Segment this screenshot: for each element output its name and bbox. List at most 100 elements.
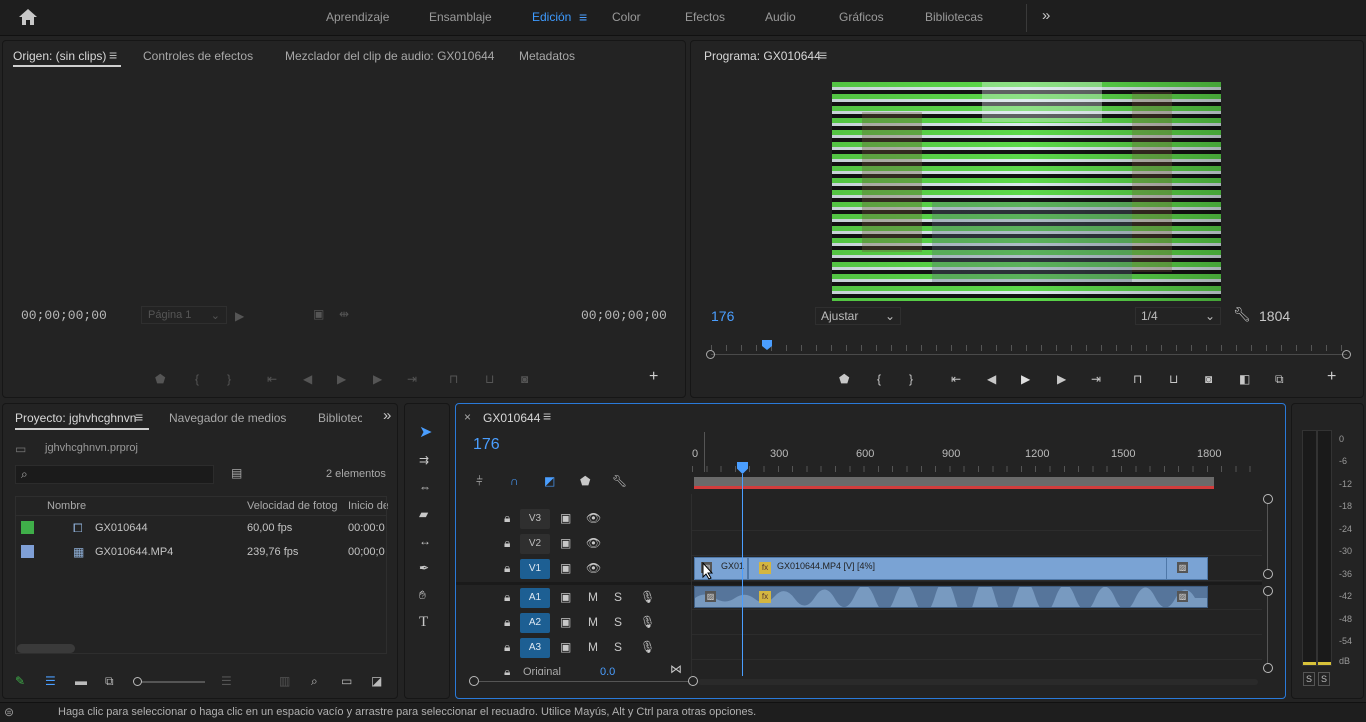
lock-icon[interactable]: 🔒︎ <box>504 561 510 575</box>
microphone-icon[interactable]: 🎙︎ <box>640 615 655 629</box>
lift-icon[interactable]: ⊓ <box>1133 372 1142 386</box>
mark-out-icon[interactable]: } <box>909 372 913 386</box>
wrench-icon[interactable]: 🔧︎ <box>1233 307 1251 321</box>
snap-icon[interactable]: ∩ <box>510 474 519 488</box>
solo-icon[interactable]: S <box>614 590 622 604</box>
panel-menu-icon[interactable]: ≡ <box>109 48 117 62</box>
timeline-playhead-position[interactable]: 176 <box>473 436 500 454</box>
icon-view-icon[interactable]: ▬ <box>75 674 87 688</box>
microphone-icon[interactable]: 🎙︎ <box>640 590 655 604</box>
page-select[interactable]: Página 1 ⌄ <box>141 306 227 324</box>
tab-source[interactable]: Origen: (sin clips) <box>13 49 106 63</box>
program-playhead-position[interactable]: 176 <box>711 308 734 324</box>
lock-icon[interactable]: 🔒︎ <box>504 640 510 654</box>
project-scrollbar[interactable] <box>17 644 75 653</box>
tab-audio-clip-mixer[interactable]: Mezclador del clip de audio: GX010644 <box>285 49 494 63</box>
go-to-out-icon[interactable]: ⇥ <box>1091 372 1101 386</box>
sync-lock-icon[interactable]: ▣ <box>560 615 571 629</box>
marker-icon[interactable]: ⬟ <box>839 372 849 386</box>
workspace-graficos[interactable]: Gráficos <box>839 10 884 24</box>
tab-libraries[interactable]: Bibliotec <box>318 411 362 425</box>
play-icon[interactable]: ▶ <box>235 309 244 323</box>
extract-icon[interactable]: ⊔ <box>1169 372 1178 386</box>
go-to-end-icon[interactable]: ⋈ <box>670 662 682 675</box>
more-panels-icon[interactable]: » <box>383 408 391 423</box>
overwrite-icon[interactable]: ⊔ <box>485 372 494 386</box>
comparison-view-icon[interactable]: ◧ <box>1239 372 1250 386</box>
workspace-edicion[interactable]: Edición <box>532 10 571 24</box>
program-scrubber[interactable] <box>706 340 1351 361</box>
sync-lock-icon[interactable]: ▣ <box>560 640 571 654</box>
pen-tool-icon[interactable]: ✒ <box>419 561 429 575</box>
v-scroll-handle-bottom[interactable] <box>1263 663 1273 673</box>
project-search-input[interactable]: ⌕ <box>15 465 214 484</box>
workspace-bibliotecas[interactable]: Bibliotecas <box>925 10 983 24</box>
solo-icon[interactable]: S <box>614 640 622 654</box>
add-marker-icon[interactable]: ⬟ <box>580 474 590 488</box>
quality-select[interactable]: 1/4 ⌄ <box>1135 307 1221 325</box>
zoom-slider[interactable] <box>133 677 205 686</box>
go-to-in-icon[interactable]: ⇤ <box>267 372 277 386</box>
mute-icon[interactable]: M <box>588 615 598 629</box>
v-scroll-handle-audio-top[interactable] <box>1263 586 1273 596</box>
marker-icon[interactable]: ⬟ <box>155 372 165 386</box>
workspace-menu-icon[interactable]: ≡ <box>579 10 587 24</box>
add-button-icon[interactable]: + <box>1327 369 1336 385</box>
tab-sequence[interactable]: GX010644 <box>483 411 540 425</box>
insert-icon[interactable]: ⊓ <box>449 372 458 386</box>
find-bin-icon[interactable]: ▤ <box>231 466 242 480</box>
workspace-efectos[interactable]: Efectos <box>685 10 725 24</box>
step-forward-icon[interactable]: ▶ <box>1057 372 1066 386</box>
close-icon[interactable]: × <box>464 410 471 424</box>
audio-clip[interactable]: ▨ fx ▨ <box>694 586 1208 608</box>
scrubber-end-handle[interactable] <box>1342 350 1351 359</box>
list-view-icon[interactable]: ☰ <box>45 674 56 688</box>
h-scroll-handle-left[interactable] <box>469 676 479 686</box>
transform-icon[interactable]: ⇹ <box>339 307 349 321</box>
lock-icon[interactable]: 🔒︎ <box>504 590 510 604</box>
sync-lock-icon[interactable]: ▣ <box>560 561 571 575</box>
freeform-view-icon[interactable]: ⧉ <box>105 674 114 688</box>
microphone-icon[interactable]: 🎙︎ <box>640 640 655 654</box>
razor-tool-icon[interactable]: ▰ <box>419 507 428 521</box>
h-scroll-handle-right[interactable] <box>688 676 698 686</box>
workspace-ensamblaje[interactable]: Ensamblaje <box>429 10 492 24</box>
timeline-settings-icon[interactable]: 🔧︎ <box>612 474 627 488</box>
export-frame-icon[interactable]: ◙ <box>521 372 528 386</box>
mute-icon[interactable]: M <box>588 590 598 604</box>
new-bin-icon[interactable]: ▭ <box>341 674 352 688</box>
eye-icon[interactable]: 👁︎ <box>586 561 601 575</box>
zoom-slider-handle[interactable] <box>133 677 142 686</box>
tab-metadata[interactable]: Metadatos <box>519 49 575 63</box>
program-video-frame[interactable] <box>832 82 1221 301</box>
step-forward-icon[interactable]: ▶ <box>373 372 382 386</box>
tab-effect-controls[interactable]: Controles de efectos <box>143 49 253 63</box>
sync-lock-icon[interactable]: ▣ <box>560 511 571 525</box>
lane-a3[interactable] <box>692 636 1262 660</box>
eye-icon[interactable]: 👁︎ <box>586 536 601 550</box>
type-tool-icon[interactable]: T <box>419 615 428 630</box>
proxy-toggle-icon[interactable]: ⧉ <box>1275 372 1284 386</box>
lane-v3[interactable] <box>692 507 1262 531</box>
track-target-a3[interactable]: A3 <box>520 638 550 658</box>
work-area-bar[interactable] <box>694 477 1214 489</box>
add-button-icon[interactable]: + <box>649 369 658 385</box>
lane-a2[interactable] <box>692 611 1262 635</box>
go-to-out-icon[interactable]: ⇥ <box>407 372 417 386</box>
video-audio-divider[interactable] <box>456 582 1262 585</box>
write-protect-icon[interactable]: ✎ <box>15 674 25 688</box>
sync-lock-icon[interactable]: ▣ <box>560 590 571 604</box>
home-icon[interactable] <box>16 8 40 28</box>
workspace-audio[interactable]: Audio <box>765 10 796 24</box>
track-select-tool-icon[interactable]: ⇉ <box>419 453 429 467</box>
track-target-v1[interactable]: V1 <box>520 559 550 579</box>
insert-sequence-icon[interactable]: ⫩ <box>476 474 483 488</box>
solo-button-right[interactable]: S <box>1318 672 1330 686</box>
solo-button-left[interactable]: S <box>1303 672 1315 686</box>
tab-media-browser[interactable]: Navegador de medios <box>169 411 286 425</box>
source-timecode-in[interactable]: 00;00;00;00 <box>21 308 107 323</box>
sort-icon[interactable]: ☰ <box>221 674 232 688</box>
export-frame-icon[interactable]: ◙ <box>1205 372 1212 386</box>
more-workspaces-icon[interactable]: » <box>1042 8 1050 23</box>
lock-icon[interactable]: 🔒︎ <box>504 665 510 675</box>
